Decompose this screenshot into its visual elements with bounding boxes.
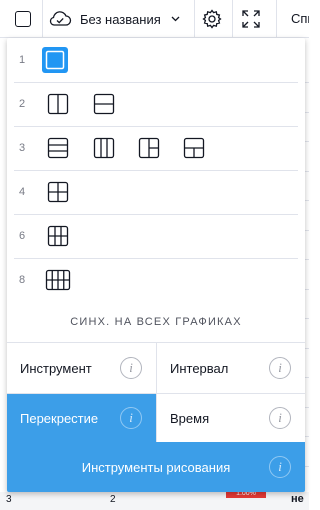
row-number: 3 — [19, 142, 26, 154]
bottom-right-text: не — [291, 493, 304, 505]
layout-row-3: 3 — [7, 126, 305, 170]
layout-2-vertical-split-icon[interactable] — [45, 91, 71, 117]
fullscreen-icon — [242, 10, 260, 28]
row-number: 1 — [19, 54, 26, 66]
layout-6-grid-icon[interactable] — [45, 223, 71, 249]
grid-horizontal-divider — [7, 393, 305, 394]
fullscreen-button[interactable] — [234, 0, 268, 38]
sync-all-charts-label: СИНХ. НА ВСЕХ ГРАФИКАХ — [70, 316, 242, 328]
info-icon[interactable]: i — [269, 456, 291, 478]
layout-dropdown-panel: 1 2 3 4 6 8 СИНХ. НА ВСЕХ ГРАФИКАХ Инстр… — [7, 38, 305, 492]
chevron-down-icon — [171, 16, 180, 22]
sync-option-label: Время — [170, 411, 210, 426]
row-number: 4 — [19, 186, 26, 198]
row-number: 8 — [19, 274, 26, 286]
layout-4-grid-icon[interactable] — [45, 179, 71, 205]
info-icon[interactable]: i — [269, 357, 291, 379]
layout-row-2: 2 — [7, 82, 305, 126]
row-number: 2 — [19, 98, 26, 110]
sync-option-crosshair[interactable]: Перекрестие i — [7, 394, 156, 443]
layout-row-6: 6 — [7, 214, 305, 258]
info-icon[interactable]: i — [269, 407, 291, 429]
chart-name: Без названия — [80, 11, 161, 27]
toolbar-separator — [42, 0, 43, 38]
toolbar-separator — [232, 0, 233, 38]
info-icon[interactable]: i — [120, 357, 142, 379]
toolbar-separator — [276, 0, 277, 38]
sync-option-label: Перекрестие — [20, 411, 99, 426]
gear-icon — [202, 9, 222, 29]
sync-option-label: Интервал — [170, 360, 229, 376]
bottom-number: 2 — [110, 494, 116, 505]
layout-2-horizontal-split-icon[interactable] — [91, 91, 117, 117]
layout-button[interactable] — [6, 0, 40, 38]
drawing-tools-label: Инструменты рисования — [81, 459, 231, 475]
layout-row-8: 8 — [7, 258, 305, 302]
layout-square-icon — [15, 11, 31, 27]
info-icon[interactable]: i — [120, 407, 142, 429]
layout-3-top-big-icon[interactable] — [181, 135, 207, 161]
sync-option-drawing-tools[interactable]: Инструменты рисования i — [7, 442, 305, 492]
chart-name-button[interactable]: Без названия — [48, 0, 194, 38]
sync-option-tool[interactable]: Инструмент i — [7, 343, 156, 393]
cloud-check-icon — [48, 10, 72, 28]
sync-options-grid: Инструмент i Интервал i Перекрестие i Вр… — [7, 342, 305, 443]
layout-1-single-icon[interactable] — [42, 47, 68, 73]
layout-row-4: 4 — [7, 170, 305, 214]
settings-button[interactable] — [195, 0, 229, 38]
sync-option-label: Инструмент — [20, 360, 92, 376]
layout-3-horizontal-rows-icon[interactable] — [45, 135, 71, 161]
row-number: 6 — [19, 230, 26, 242]
layout-8-grid-icon[interactable] — [45, 267, 71, 293]
right-tab[interactable]: Спи — [283, 0, 309, 38]
layout-3-vertical-columns-icon[interactable] — [91, 135, 117, 161]
sync-option-time[interactable]: Время i — [157, 394, 305, 443]
top-toolbar: Без названия Сп — [0, 0, 309, 38]
bottom-number: 3 — [6, 494, 12, 505]
layout-3-left-big-icon[interactable] — [136, 135, 162, 161]
sync-option-interval[interactable]: Интервал i — [157, 343, 305, 393]
layout-row-1: 1 — [7, 38, 305, 82]
